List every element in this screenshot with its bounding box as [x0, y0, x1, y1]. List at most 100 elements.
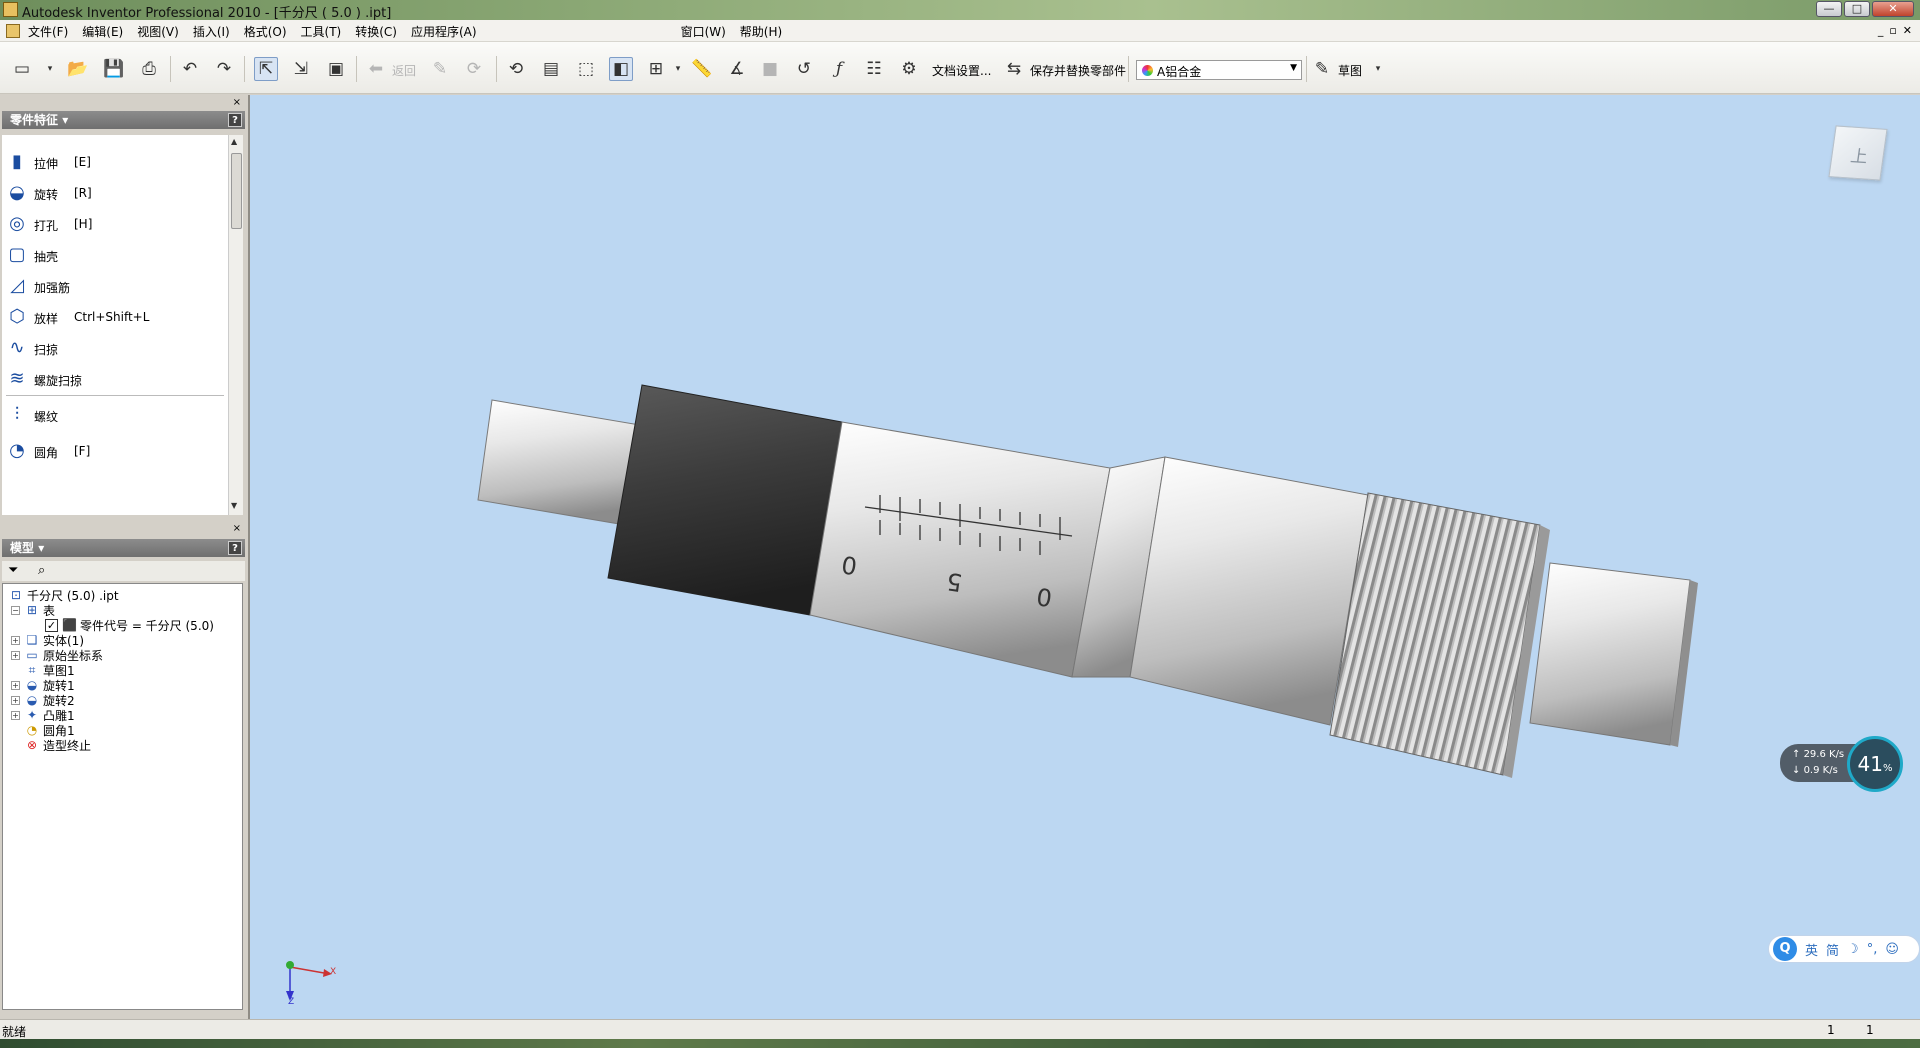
help-icon[interactable]: ?: [228, 113, 242, 127]
select-component-icon[interactable]: ▣: [324, 57, 348, 81]
mdi-restore-button[interactable]: ▫: [1889, 24, 1896, 37]
features-panel-close-button[interactable]: ×: [233, 97, 241, 108]
update-icon[interactable]: ⟳: [462, 57, 486, 81]
menu-item[interactable]: 格式(O): [244, 23, 287, 40]
save-replace-button[interactable]: 保存并替换零部件: [1030, 62, 1126, 79]
feature-tool-loft[interactable]: ⬡ 放样 Ctrl+Shift+L: [2, 302, 228, 332]
section-view-icon[interactable]: ▤: [539, 57, 563, 81]
ime-script-toggle[interactable]: 简: [1826, 940, 1839, 959]
redo-icon[interactable]: ↷: [212, 57, 236, 81]
parameter-checkbox[interactable]: ✓: [45, 618, 58, 632]
viewcube[interactable]: 上: [1828, 125, 1888, 181]
save-replace-icon[interactable]: ⇆: [1002, 57, 1026, 81]
loft-icon: ⬡: [9, 306, 25, 327]
filter-icon[interactable]: ⏷: [8, 563, 18, 578]
back-arrow-icon[interactable]: ⬅: [364, 57, 388, 81]
ime-fullwidth-icon[interactable]: ☽: [1847, 942, 1859, 957]
sketch-dropdown-icon[interactable]: ▾: [1372, 57, 1384, 81]
maximize-button[interactable]: □: [1844, 1, 1870, 17]
edit-sketch-icon[interactable]: ✎: [428, 57, 452, 81]
scroll-down-icon[interactable]: ▼: [231, 501, 237, 510]
ime-emoji-icon[interactable]: ☺: [1885, 942, 1899, 957]
ime-punctuation-icon[interactable]: °,: [1867, 942, 1878, 957]
feature-tool-fillet[interactable]: ◔ 圆角 [F]: [2, 436, 228, 466]
design-view-icon[interactable]: ⊞: [644, 57, 668, 81]
wireframe-display-icon[interactable]: ⬚: [574, 57, 598, 81]
feature-shortcut: [H]: [74, 217, 93, 231]
graphics-window[interactable]: 0 5 0 上 X Z ↑ 29.6 K/s ↓ 0.9 K/s 41% Q 英…: [248, 95, 1920, 1019]
document-settings-icon[interactable]: ⚙: [897, 57, 921, 81]
features-panel-header[interactable]: 零件特征 ▾ ?: [2, 111, 245, 129]
ime-language-toggle[interactable]: 英: [1805, 940, 1818, 959]
menu-item[interactable]: 应用程序(A): [411, 23, 477, 40]
rotate-part-icon[interactable]: ↺: [792, 57, 816, 81]
material-select[interactable]: A铝合金 ▼: [1136, 60, 1302, 80]
measure-angle-icon[interactable]: ∡: [725, 57, 749, 81]
menu-item[interactable]: 视图(V): [137, 23, 179, 40]
menu-item[interactable]: 帮助(H): [740, 23, 782, 40]
parameters-fx-icon[interactable]: ƒ: [827, 57, 851, 81]
scroll-thumb[interactable]: [231, 153, 242, 229]
window-controls: — □ ✕: [1816, 1, 1914, 17]
ime-toolbar[interactable]: Q 英 简 ☽ °, ☺: [1768, 935, 1920, 963]
select-filter-icon[interactable]: ⇲: [289, 57, 313, 81]
document-properties-icon[interactable]: ☷: [862, 57, 886, 81]
model-panel-title: 模型: [10, 541, 35, 555]
print-icon[interactable]: ⎙: [137, 57, 161, 81]
model-panel-header[interactable]: 模型 ▾ ?: [2, 539, 245, 557]
select-icon[interactable]: ⇱: [254, 57, 278, 81]
tree-expander-icon[interactable]: +: [11, 651, 20, 660]
sketch-icon[interactable]: ✎: [1310, 57, 1334, 81]
tree-expander-icon[interactable]: −: [11, 606, 20, 615]
network-speed-widget[interactable]: ↑ 29.6 K/s ↓ 0.9 K/s 41%: [1780, 732, 1903, 792]
sketch-button[interactable]: 草图: [1338, 62, 1362, 79]
mdi-minimize-button[interactable]: _: [1878, 24, 1884, 37]
ime-logo-icon[interactable]: Q: [1773, 937, 1797, 961]
feature-shortcut: [R]: [74, 186, 92, 200]
menu-item[interactable]: 窗口(W): [681, 23, 726, 40]
mdi-close-button[interactable]: ✕: [1903, 24, 1912, 37]
rotate-view-icon[interactable]: ⟲: [504, 57, 528, 81]
document-settings-button[interactable]: 文档设置...: [932, 62, 991, 79]
shaded-display-icon[interactable]: ◧: [609, 57, 633, 81]
viewcube-top-face[interactable]: 上: [1849, 142, 1869, 168]
minimize-button[interactable]: —: [1816, 1, 1842, 17]
design-view-dropdown-icon[interactable]: ▾: [672, 57, 684, 81]
app-icon[interactable]: [3, 2, 18, 17]
feature-tool-coil[interactable]: ≋ 螺旋扫掠: [2, 364, 228, 394]
document-icon[interactable]: [6, 24, 20, 38]
feature-tool-extrude[interactable]: ▮ 拉伸 [E]: [2, 147, 228, 177]
menu-item[interactable]: 转换(C): [355, 23, 397, 40]
menu-item[interactable]: 文件(F): [28, 23, 68, 40]
feature-tool-thread[interactable]: ⫶ 螺纹: [2, 400, 228, 430]
tree-expander-icon[interactable]: +: [11, 696, 20, 705]
measure-icon[interactable]: 📏: [690, 57, 714, 81]
model-panel-close-button[interactable]: ×: [233, 523, 241, 534]
menu-item[interactable]: 编辑(E): [82, 23, 123, 40]
tree-expander-icon[interactable]: +: [11, 636, 20, 645]
scroll-up-icon[interactable]: ▲: [231, 137, 237, 146]
help-icon[interactable]: ?: [228, 541, 242, 555]
feature-tool-sweep[interactable]: ∿ 扫掠: [2, 333, 228, 363]
memory-usage-ring[interactable]: 41%: [1847, 736, 1903, 792]
new-file-icon[interactable]: ▭: [10, 57, 34, 81]
tree-expander-icon[interactable]: +: [11, 711, 20, 720]
tree-expander-icon[interactable]: +: [11, 681, 20, 690]
back-button-label[interactable]: 返回: [392, 62, 416, 79]
close-button[interactable]: ✕: [1872, 1, 1914, 17]
features-scrollbar[interactable]: ▲ ▼: [228, 135, 243, 515]
menu-item[interactable]: 插入(I): [193, 23, 230, 40]
undo-icon[interactable]: ↶: [178, 57, 202, 81]
feature-tool-hole[interactable]: ◎ 打孔 [H]: [2, 209, 228, 239]
tree-node[interactable]: ⊗ 造型终止: [25, 736, 91, 754]
open-folder-icon[interactable]: 📂: [66, 57, 90, 81]
save-icon[interactable]: 💾: [102, 57, 126, 81]
feature-tool-shell[interactable]: ▢ 抽壳: [2, 240, 228, 270]
placeholder-icon[interactable]: ■: [758, 57, 782, 81]
new-dropdown-icon[interactable]: ▾: [44, 57, 56, 81]
feature-shortcut: Ctrl+Shift+L: [74, 310, 150, 324]
feature-tool-revolve[interactable]: ◒ 旋转 [R]: [2, 178, 228, 208]
find-binoculars-icon[interactable]: ⌕: [38, 563, 45, 578]
menu-item[interactable]: 工具(T): [301, 23, 342, 40]
feature-tool-rib[interactable]: ◿ 加强筋: [2, 271, 228, 301]
